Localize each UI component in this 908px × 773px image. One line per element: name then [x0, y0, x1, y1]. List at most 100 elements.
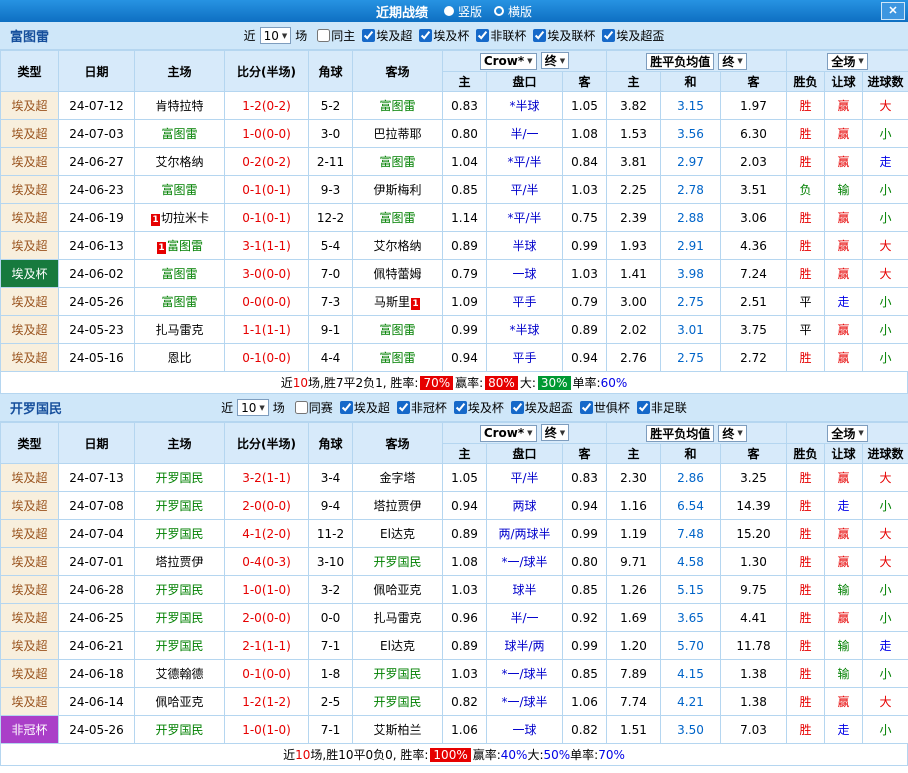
away-team-cell[interactable]: 巴拉蒂耶 [352, 119, 443, 148]
filter-checkbox[interactable] [533, 29, 547, 42]
home-team-cell[interactable]: 开罗国民 [134, 715, 225, 744]
away-team-cell[interactable]: 艾尔格纳 [352, 231, 443, 260]
team-name[interactable]: 肯特拉特 [155, 99, 203, 113]
avg-stage-select[interactable]: 终 ▼ [718, 52, 747, 70]
home-team-cell[interactable]: 艾尔格纳 [134, 147, 225, 176]
team-name[interactable]: 巴拉蒂耶 [373, 127, 421, 141]
team-name[interactable]: 金字塔 [379, 471, 415, 485]
away-team-cell[interactable]: El达克 [352, 631, 443, 660]
avg-stage-select[interactable]: 终 ▼ [718, 424, 747, 442]
avg-source-select[interactable]: 胜平负均值 [646, 424, 715, 442]
filter-checkbox-item[interactable]: 非足联 [636, 399, 687, 416]
away-team-cell[interactable]: 开罗国民 [352, 547, 443, 576]
away-team-cell[interactable]: 富图雷 [352, 315, 443, 344]
team-name[interactable]: 富图雷 [379, 155, 415, 169]
team-name[interactable]: 塔拉贾伊 [155, 555, 203, 569]
away-team-cell[interactable]: 富图雷 [352, 343, 443, 372]
team-name[interactable]: 富图雷 [161, 183, 197, 197]
filter-checkbox[interactable] [294, 401, 308, 414]
filter-checkbox-item[interactable]: 埃及超盃 [510, 399, 573, 416]
home-team-cell[interactable]: 艾德翰德 [134, 659, 225, 688]
near-count-select[interactable]: 10 ▼ [237, 399, 269, 416]
team-name[interactable]: 艾尔格纳 [373, 239, 421, 253]
team-name[interactable]: 扎马雷克 [155, 323, 203, 337]
home-team-cell[interactable]: 1 切拉米卡 [134, 203, 225, 232]
away-team-cell[interactable]: 富图雷 [352, 203, 443, 232]
home-team-cell[interactable]: 开罗国民 [134, 519, 225, 548]
away-team-cell[interactable]: 开罗国民 [352, 659, 443, 688]
away-team-cell[interactable]: 艾斯柏兰 [352, 715, 443, 744]
team-name[interactable]: 富图雷 [161, 127, 197, 141]
away-team-cell[interactable]: 佩特蕾姆 [352, 259, 443, 288]
team-name[interactable]: 切拉米卡 [161, 211, 209, 225]
filter-checkbox-item[interactable]: 埃及杯 [419, 27, 469, 44]
home-team-cell[interactable]: 富图雷 [134, 175, 225, 204]
away-team-cell[interactable]: 开罗国民 [352, 687, 443, 716]
layout-radio-1[interactable]: 横版 [494, 3, 532, 20]
filter-checkbox[interactable] [419, 29, 433, 42]
layout-radio-0[interactable]: 竖版 [443, 3, 482, 20]
odds-stage-select[interactable]: 终 ▼ [540, 424, 570, 442]
home-team-cell[interactable]: 开罗国民 [134, 575, 225, 604]
away-team-cell[interactable]: 伊斯梅利 [352, 175, 443, 204]
filter-checkbox-item[interactable]: 非冠杯 [396, 399, 447, 416]
home-team-cell[interactable]: 恩比 [134, 343, 225, 372]
team-name[interactable]: 富图雷 [161, 295, 197, 309]
team-name[interactable]: 富图雷 [161, 267, 197, 281]
team-name[interactable]: 开罗国民 [373, 695, 421, 709]
avg-source-select[interactable]: 胜平负均值 [646, 52, 715, 70]
home-team-cell[interactable]: 开罗国民 [134, 491, 225, 520]
home-team-cell[interactable]: 开罗国民 [134, 603, 225, 632]
team-name[interactable]: 开罗国民 [155, 611, 203, 625]
team-name[interactable]: 富图雷 [379, 211, 415, 225]
home-team-cell[interactable]: 开罗国民 [134, 463, 225, 492]
team-name[interactable]: 扎马雷克 [373, 611, 421, 625]
away-team-cell[interactable]: 扎马雷克 [352, 603, 443, 632]
home-team-cell[interactable]: 1 富图雷 [134, 231, 225, 260]
team-name[interactable]: 伊斯梅利 [373, 183, 421, 197]
team-name[interactable]: 开罗国民 [155, 639, 203, 653]
team-name[interactable]: 佩特蕾姆 [373, 267, 421, 281]
team-name[interactable]: 富图雷 [379, 351, 415, 365]
home-team-cell[interactable]: 肯特拉特 [134, 91, 225, 120]
filter-checkbox[interactable] [636, 401, 650, 414]
filter-checkbox-item[interactable]: 埃及超 [339, 399, 390, 416]
near-count-select[interactable]: 10 ▼ [259, 27, 292, 44]
away-team-cell[interactable]: 富图雷 [352, 91, 443, 120]
home-team-cell[interactable]: 佩哈亚克 [134, 687, 225, 716]
team-name[interactable]: 开罗国民 [373, 667, 421, 681]
away-team-cell[interactable]: El达克 [352, 519, 443, 548]
team-name[interactable]: 马斯里 [374, 295, 410, 309]
home-team-cell[interactable]: 富图雷 [134, 119, 225, 148]
filter-checkbox[interactable] [362, 29, 376, 42]
close-button[interactable]: ✕ [881, 2, 905, 20]
filter-checkbox[interactable] [453, 401, 467, 414]
filter-checkbox-item[interactable]: 埃及超盃 [602, 27, 664, 44]
home-team-cell[interactable]: 塔拉贾伊 [134, 547, 225, 576]
team-name[interactable]: 艾尔格纳 [155, 155, 203, 169]
odds-source-select[interactable]: Crow* ▼ [479, 424, 537, 442]
team-name[interactable]: 塔拉贾伊 [373, 499, 421, 513]
team-name[interactable]: 艾德翰德 [155, 667, 203, 681]
field-select[interactable]: 全场 ▼ [827, 424, 868, 442]
home-team-cell[interactable]: 开罗国民 [134, 631, 225, 660]
team-name[interactable]: 开罗国民 [155, 527, 203, 541]
filter-checkbox-item[interactable]: 同赛 [294, 399, 333, 416]
team-name[interactable]: 开罗国民 [155, 499, 203, 513]
filter-checkbox-item[interactable]: 埃及联杯 [533, 27, 595, 44]
filter-checkbox[interactable] [396, 401, 410, 414]
team-name[interactable]: El达克 [380, 639, 415, 653]
filter-checkbox-item[interactable]: 非联杯 [476, 27, 526, 44]
away-team-cell[interactable]: 佩哈亚克 [352, 575, 443, 604]
team-name[interactable]: 佩哈亚克 [155, 695, 203, 709]
home-team-cell[interactable]: 富图雷 [134, 259, 225, 288]
team-name[interactable]: 恩比 [167, 351, 191, 365]
filter-checkbox-item[interactable]: 埃及杯 [453, 399, 504, 416]
odds-source-select[interactable]: Crow* ▼ [479, 52, 537, 70]
filter-checkbox-item[interactable]: 埃及超 [362, 27, 412, 44]
team-name[interactable]: 佩哈亚克 [373, 583, 421, 597]
home-team-cell[interactable]: 富图雷 [134, 287, 225, 316]
team-name[interactable]: 开罗国民 [155, 583, 203, 597]
team-name[interactable]: 富图雷 [167, 239, 203, 253]
team-name[interactable]: 开罗国民 [373, 555, 421, 569]
